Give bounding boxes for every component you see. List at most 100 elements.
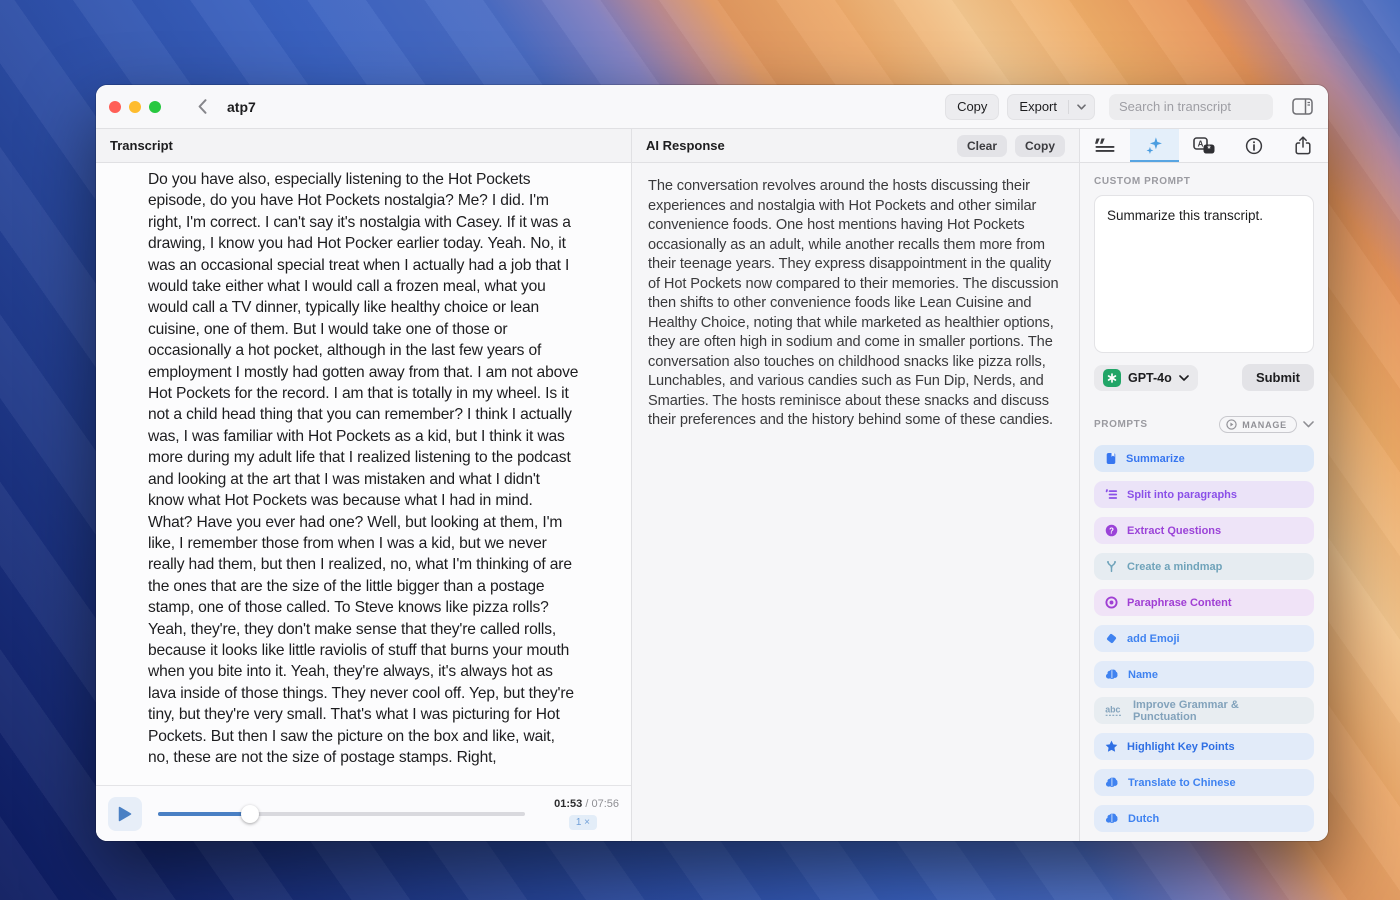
submit-button[interactable]: Submit bbox=[1242, 364, 1314, 391]
slider-knob[interactable] bbox=[241, 805, 259, 823]
playback-slider[interactable] bbox=[158, 805, 525, 823]
transcript-body[interactable]: Do you have also, especially listening t… bbox=[96, 163, 631, 785]
tab-transcript-settings[interactable] bbox=[1080, 129, 1130, 162]
transcript-pane: Transcript Do you have also, especially … bbox=[96, 129, 632, 841]
svg-text:abc: abc bbox=[1105, 704, 1120, 714]
ai-response-body[interactable]: The conversation revolves around the hos… bbox=[632, 163, 1079, 841]
prompt-add-emoji[interactable]: add Emoji bbox=[1094, 625, 1314, 652]
model-selector[interactable]: GPT-4o bbox=[1094, 365, 1198, 391]
tab-ai[interactable] bbox=[1130, 129, 1180, 162]
ai-header-title: AI Response bbox=[646, 138, 725, 153]
transcript-pane-header: Transcript bbox=[96, 129, 631, 163]
sidebar-tabstrip: A * bbox=[1080, 129, 1328, 163]
export-button[interactable]: Export bbox=[1007, 94, 1095, 120]
prompts-chevron-down-icon[interactable] bbox=[1303, 421, 1314, 428]
chevron-down-icon bbox=[1077, 104, 1086, 110]
app-window: atp7 Copy Export bbox=[96, 85, 1328, 841]
prompt-summarize[interactable]: Summarize bbox=[1094, 445, 1314, 472]
translate-icon: A * bbox=[1193, 137, 1215, 155]
titlebar: atp7 Copy Export bbox=[96, 85, 1328, 129]
model-name: GPT-4o bbox=[1128, 371, 1172, 385]
prompt-split-into-paragraphs[interactable]: Split into paragraphs bbox=[1094, 481, 1314, 508]
prompt-translate-to-chinese[interactable]: Translate to Chinese bbox=[1094, 769, 1314, 796]
manage-gear-icon bbox=[1226, 419, 1237, 430]
info-icon bbox=[1245, 137, 1263, 155]
ai-pane-header: AI Response Clear Copy bbox=[632, 129, 1079, 163]
prompts-list: Summarize Split int bbox=[1094, 445, 1314, 832]
tab-share[interactable] bbox=[1278, 129, 1328, 162]
back-button[interactable] bbox=[191, 96, 213, 118]
svg-text:A: A bbox=[1198, 139, 1204, 148]
tab-info[interactable] bbox=[1229, 129, 1279, 162]
play-icon bbox=[118, 806, 132, 822]
copy-response-button[interactable]: Copy bbox=[1015, 135, 1065, 157]
brain-icon bbox=[1105, 668, 1119, 681]
prompt-name[interactable]: Name bbox=[1094, 661, 1314, 688]
main-content: Transcript Do you have also, especially … bbox=[96, 129, 1328, 841]
prompt-extract-questions[interactable]: ? Extract Questions bbox=[1094, 517, 1314, 544]
desktop-wallpaper: atp7 Copy Export bbox=[0, 0, 1400, 900]
prompt-highlight-key-points[interactable]: Highlight Key Points bbox=[1094, 733, 1314, 760]
export-label: Export bbox=[1008, 95, 1068, 119]
prompt-label: Dutch bbox=[1128, 813, 1159, 825]
custom-prompt-label: CUSTOM PROMPT bbox=[1094, 176, 1314, 187]
model-row: GPT-4o Submit bbox=[1094, 364, 1314, 391]
export-menu-button[interactable] bbox=[1069, 95, 1094, 119]
clear-response-button[interactable]: Clear bbox=[957, 135, 1007, 157]
manage-prompts-button[interactable]: MANAGE bbox=[1219, 416, 1297, 433]
model-chevron-down-icon bbox=[1179, 375, 1189, 381]
search-input[interactable] bbox=[1119, 99, 1263, 114]
playback-speed-badge[interactable]: 1 × bbox=[569, 815, 597, 830]
right-sidebar: A * bbox=[1080, 129, 1328, 841]
current-time: 01:53 bbox=[554, 798, 582, 810]
svg-text:?: ? bbox=[1109, 526, 1114, 535]
prompt-improve-grammar[interactable]: abc Improve Grammar & Punctuation bbox=[1094, 697, 1314, 724]
abc-icon: abc bbox=[1105, 704, 1124, 717]
search-field[interactable] bbox=[1109, 94, 1273, 120]
tab-translate[interactable]: A * bbox=[1179, 129, 1229, 162]
prompt-paraphrase-content[interactable]: Paraphrase Content bbox=[1094, 589, 1314, 616]
journal-icon bbox=[1105, 452, 1117, 465]
slider-track[interactable] bbox=[158, 812, 525, 816]
share-icon bbox=[1295, 136, 1311, 155]
prompt-label: Split into paragraphs bbox=[1127, 489, 1237, 501]
prompt-dutch[interactable]: Dutch bbox=[1094, 805, 1314, 832]
question-circle-icon: ? bbox=[1105, 524, 1118, 537]
play-button[interactable] bbox=[108, 797, 142, 831]
target-icon bbox=[1105, 596, 1118, 609]
time-display: 01:53 / 07:56 1 × bbox=[541, 798, 619, 830]
minimize-window-button[interactable] bbox=[129, 101, 141, 113]
prompt-label: Create a mindmap bbox=[1127, 561, 1222, 573]
gem-icon bbox=[1105, 632, 1118, 645]
openai-logo-icon bbox=[1103, 369, 1121, 387]
prompt-label: Translate to Chinese bbox=[1128, 777, 1236, 789]
brain-icon bbox=[1105, 776, 1119, 789]
copy-transcript-button[interactable]: Copy bbox=[945, 94, 999, 120]
transcript-text: Do you have also, especially listening t… bbox=[148, 169, 579, 768]
star-icon bbox=[1105, 740, 1118, 753]
sidebar-body: CUSTOM PROMPT Summarize this transcript. bbox=[1080, 163, 1328, 841]
prompt-label: Highlight Key Points bbox=[1127, 741, 1235, 753]
window-title: atp7 bbox=[227, 99, 256, 115]
player-bar: 01:53 / 07:56 1 × bbox=[96, 785, 631, 841]
ai-response-text: The conversation revolves around the hos… bbox=[648, 177, 1063, 431]
transcript-header-title: Transcript bbox=[110, 138, 173, 153]
sparkles-icon bbox=[1145, 136, 1164, 155]
close-window-button[interactable] bbox=[109, 101, 121, 113]
prompt-create-mindmap[interactable]: Create a mindmap bbox=[1094, 553, 1314, 580]
ai-response-pane: AI Response Clear Copy The conversation … bbox=[632, 129, 1080, 841]
time-text: 01:53 / 07:56 bbox=[554, 798, 619, 810]
prompts-header: PROMPTS MANAGE bbox=[1094, 416, 1314, 433]
prompt-label: Paraphrase Content bbox=[1127, 597, 1232, 609]
back-chevron-icon bbox=[198, 99, 207, 114]
traffic-lights bbox=[109, 101, 161, 113]
zoom-window-button[interactable] bbox=[149, 101, 161, 113]
total-time: 07:56 bbox=[591, 798, 619, 810]
prompt-label: Extract Questions bbox=[1127, 525, 1221, 537]
mindmap-branch-icon bbox=[1105, 560, 1118, 573]
custom-prompt-input[interactable]: Summarize this transcript. bbox=[1094, 195, 1314, 353]
brain-icon bbox=[1105, 812, 1119, 825]
prompt-label: Name bbox=[1128, 669, 1158, 681]
toggle-sidebar-button[interactable] bbox=[1289, 95, 1315, 119]
list-icon bbox=[1105, 488, 1118, 501]
